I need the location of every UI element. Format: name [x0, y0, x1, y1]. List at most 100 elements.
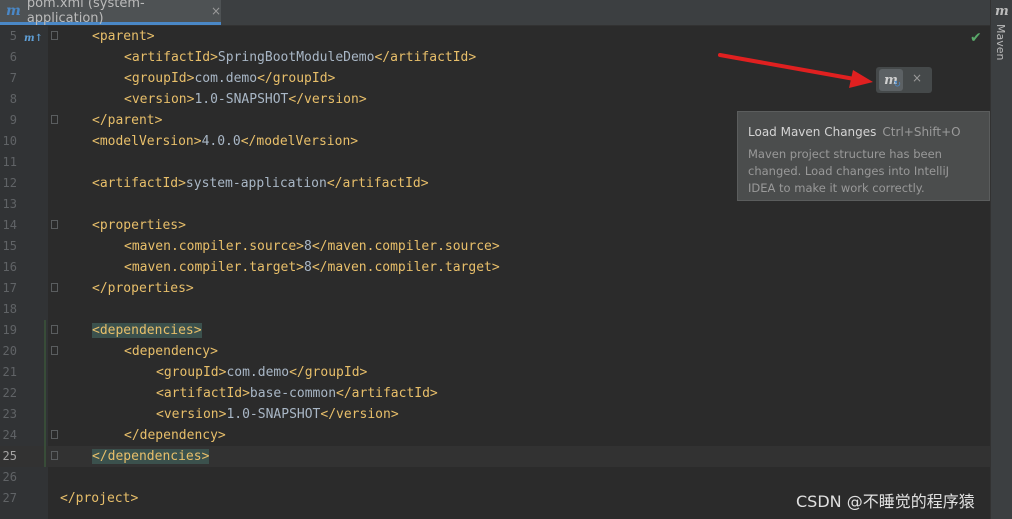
tooltip-shortcut: Ctrl+Shift+O	[882, 125, 961, 139]
line-number: 5	[9, 29, 17, 43]
xml-value: com.demo	[226, 365, 290, 380]
tab-label: pom.xml (system-application)	[26, 0, 145, 26]
xml-tag: </artifactId>	[374, 50, 477, 65]
line-number: 24	[2, 428, 17, 442]
code-text: <parent>	[92, 26, 155, 47]
code-line[interactable]: 22 <artifactId>base-common</artifactId>	[0, 383, 990, 404]
line-number: 17	[2, 281, 17, 295]
code-line[interactable]: 17 </properties>	[0, 278, 990, 299]
maven-tool-window-button[interactable]: Maven	[994, 24, 1007, 60]
xml-tag: </version>	[288, 92, 367, 107]
code-text: <maven.compiler.source>8</maven.compiler…	[124, 236, 500, 257]
code-line[interactable]: 16 <maven.compiler.target>8</maven.compil…	[0, 257, 990, 278]
code-text: </parent>	[92, 110, 162, 131]
tab-close-icon[interactable]: ×	[211, 4, 221, 18]
watermark: CSDN @不睡觉的程序猿	[796, 492, 975, 511]
line-number: 11	[2, 155, 17, 169]
line-number: 7	[9, 71, 17, 85]
fold-marker-icon[interactable]	[51, 220, 58, 229]
maven-parent-gutter-icon[interactable]: m↑	[24, 28, 43, 49]
xml-value: 1.0-SNAPSHOT	[226, 407, 321, 422]
xml-tag: </dependencies>	[92, 449, 210, 464]
xml-value: com.demo	[194, 71, 258, 86]
xml-tag: <maven.compiler.target>	[124, 260, 305, 275]
code-text: <version>1.0-SNAPSHOT</version>	[156, 404, 399, 425]
code-text: </dependency>	[124, 425, 226, 446]
fold-marker-icon[interactable]	[51, 430, 58, 439]
code-line[interactable]: 24 </dependency>	[0, 425, 990, 446]
line-number: 15	[2, 239, 17, 253]
xml-tag: <maven.compiler.source>	[124, 239, 305, 254]
fold-marker-icon[interactable]	[51, 115, 58, 124]
code-text: <artifactId>system-application</artifact…	[92, 173, 429, 194]
editor-tab-bar: m pom.xml (system-application) ×	[0, 0, 990, 26]
code-line[interactable]: 14 <properties>	[0, 215, 990, 236]
code-line[interactable]: 19 <dependencies>	[0, 320, 990, 341]
code-text: <modelVersion>4.0.0</modelVersion>	[92, 131, 358, 152]
xml-tag: <dependency>	[124, 344, 218, 359]
code-text: </properties>	[92, 278, 194, 299]
xml-tag: </version>	[320, 407, 399, 422]
xml-tag: <version>	[156, 407, 227, 422]
code-text: <dependencies>	[92, 320, 202, 341]
code-line[interactable]: 26	[0, 467, 990, 488]
load-maven-changes-button[interactable]: m ↻	[879, 69, 903, 91]
xml-tag: <artifactId>	[124, 50, 218, 65]
tooltip-description: Maven project structure has been changed…	[748, 147, 950, 195]
code-text: <groupId>com.demo</groupId>	[124, 68, 335, 89]
xml-tag: <properties>	[92, 218, 186, 233]
fold-marker-icon[interactable]	[51, 325, 58, 334]
xml-value: 8	[304, 239, 312, 254]
line-number: 14	[2, 218, 17, 232]
line-number: 16	[2, 260, 17, 274]
code-text: </dependencies>	[92, 446, 210, 467]
line-number: 12	[2, 176, 17, 190]
code-line[interactable]: 20 <dependency>	[0, 341, 990, 362]
code-text: <artifactId>base-common</artifactId>	[156, 383, 438, 404]
xml-tag: <parent>	[92, 29, 155, 44]
close-floating-toolbar-icon[interactable]: ×	[912, 71, 922, 85]
code-line[interactable]: 18	[0, 299, 990, 320]
code-text: <properties>	[92, 215, 186, 236]
fold-marker-icon[interactable]	[51, 283, 58, 292]
line-number: 10	[2, 134, 17, 148]
xml-tag: <version>	[124, 92, 195, 107]
xml-tag: <dependencies>	[92, 323, 202, 338]
xml-tag: <groupId>	[156, 365, 227, 380]
xml-tag: </project>	[60, 491, 139, 506]
fold-marker-icon[interactable]	[51, 451, 58, 460]
load-maven-changes-tooltip: Load Maven Changes Ctrl+Shift+O Maven pro…	[737, 111, 990, 201]
code-text: </project>	[60, 488, 138, 509]
code-line[interactable]: 15 <maven.compiler.source>8</maven.compil…	[0, 236, 990, 257]
line-number: 19	[2, 323, 17, 337]
line-number: 21	[2, 365, 17, 379]
code-line[interactable]: 21 <groupId>com.demo</groupId>	[0, 362, 990, 383]
fold-marker-icon[interactable]	[51, 31, 58, 40]
fold-marker-icon[interactable]	[51, 346, 58, 355]
maven-file-icon: m	[6, 3, 21, 19]
line-number: 18	[2, 302, 17, 316]
code-line[interactable]: 7 <groupId>com.demo</groupId>	[0, 68, 990, 89]
xml-tag: </artifactId>	[336, 386, 438, 401]
xml-tag: <artifactId>	[156, 386, 250, 401]
tab-pom-xml[interactable]: m pom.xml (system-application) ×	[0, 0, 221, 26]
xml-value: 4.0.0	[201, 134, 241, 149]
xml-value: SpringBootModuleDemo	[217, 50, 375, 65]
code-line[interactable]: 23 <version>1.0-SNAPSHOT</version>	[0, 404, 990, 425]
xml-tag: </parent>	[92, 113, 163, 128]
maven-icon[interactable]: m	[995, 4, 1009, 19]
line-number: 13	[2, 197, 17, 211]
line-number: 23	[2, 407, 17, 421]
code-text: <artifactId>SpringBootModuleDemo</artifa…	[124, 47, 476, 68]
code-line[interactable]: 8 <version>1.0-SNAPSHOT</version>	[0, 89, 990, 110]
code-line[interactable]: 5 m↑ <parent>	[0, 26, 990, 47]
code-line[interactable]: 25 </dependencies>	[0, 446, 990, 467]
xml-value: base-common	[249, 386, 337, 401]
inspection-ok-icon[interactable]: ✔	[970, 30, 982, 46]
line-number: 20	[2, 344, 17, 358]
code-text: <version>1.0-SNAPSHOT</version>	[124, 89, 367, 110]
code-line[interactable]: 6 <artifactId>SpringBootModuleDemo</artif…	[0, 47, 990, 68]
xml-tag: </properties>	[92, 281, 194, 296]
change-marker	[44, 320, 46, 467]
xml-tag: </groupId>	[289, 365, 368, 380]
